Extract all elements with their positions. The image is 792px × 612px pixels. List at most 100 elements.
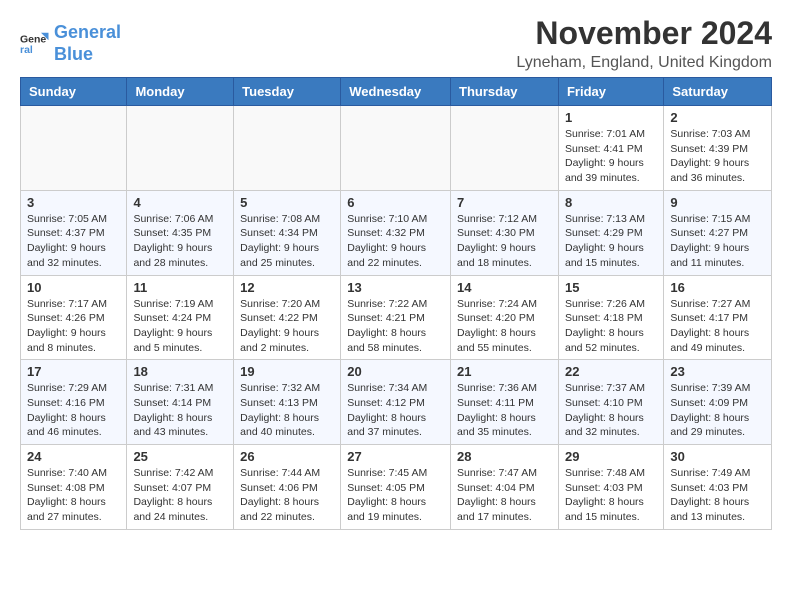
day-number: 10 [27,280,120,295]
calendar-cell: 4 Sunrise: 7:06 AM Sunset: 4:35 PM Daylig… [127,190,234,275]
calendar-cell: 22Sunrise: 7:37 AM Sunset: 4:10 PM Dayli… [558,360,663,445]
day-number: 1 [565,110,657,125]
calendar-cell: 15Sunrise: 7:26 AM Sunset: 4:18 PM Dayli… [558,275,663,360]
day-number: 18 [133,364,227,379]
svg-text:ral: ral [20,44,33,56]
day-info: Sunrise: 7:20 AM Sunset: 4:22 PM Dayligh… [240,297,334,356]
day-info: Sunrise: 7:08 AM Sunset: 4:34 PM Dayligh… [240,212,334,271]
day-number: 22 [565,364,657,379]
month-title: November 2024 [516,15,772,52]
calendar-cell: 16 Sunrise: 7:27 AM Sunset: 4:17 PM Dayli… [664,275,772,360]
day-number: 13 [347,280,444,295]
day-number: 7 [457,195,552,210]
calendar-cell: 1 Sunrise: 7:01 AM Sunset: 4:41 PM Daylig… [558,106,663,191]
title-section: November 2024 Lyneham, England, United K… [516,15,772,72]
calendar-week-5: 24 Sunrise: 7:40 AM Sunset: 4:08 PM Dayli… [21,445,772,530]
day-number: 8 [565,195,657,210]
day-number: 3 [27,195,120,210]
day-number: 5 [240,195,334,210]
day-info: Sunrise: 7:01 AM Sunset: 4:41 PM Dayligh… [565,127,657,186]
calendar-cell: 18 Sunrise: 7:31 AM Sunset: 4:14 PM Dayli… [127,360,234,445]
day-info: Sunrise: 7:22 AM Sunset: 4:21 PM Dayligh… [347,297,444,356]
day-info: Sunrise: 7:13 AM Sunset: 4:29 PM Dayligh… [565,212,657,271]
calendar-cell [21,106,127,191]
day-number: 29 [565,449,657,464]
logo-text: General Blue [54,22,121,65]
day-info: Sunrise: 7:05 AM Sunset: 4:37 PM Dayligh… [27,212,120,271]
logo: Gene ral General Blue [20,22,121,65]
calendar-cell [451,106,559,191]
day-number: 4 [133,195,227,210]
calendar-cell: 14 Sunrise: 7:24 AM Sunset: 4:20 PM Dayli… [451,275,559,360]
day-info: Sunrise: 7:31 AM Sunset: 4:14 PM Dayligh… [133,381,227,440]
day-info: Sunrise: 7:03 AM Sunset: 4:39 PM Dayligh… [670,127,765,186]
day-number: 23 [670,364,765,379]
calendar-cell: 10 Sunrise: 7:17 AM Sunset: 4:26 PM Dayli… [21,275,127,360]
calendar-cell: 8 Sunrise: 7:13 AM Sunset: 4:29 PM Daylig… [558,190,663,275]
day-number: 28 [457,449,552,464]
calendar-cell: 12Sunrise: 7:20 AM Sunset: 4:22 PM Dayli… [234,275,341,360]
calendar-cell: 6 Sunrise: 7:10 AM Sunset: 4:32 PM Daylig… [341,190,451,275]
calendar-week-4: 17 Sunrise: 7:29 AM Sunset: 4:16 PM Dayli… [21,360,772,445]
calendar-cell [341,106,451,191]
calendar-cell: 20Sunrise: 7:34 AM Sunset: 4:12 PM Dayli… [341,360,451,445]
day-info: Sunrise: 7:29 AM Sunset: 4:16 PM Dayligh… [27,381,120,440]
day-number: 24 [27,449,120,464]
day-info: Sunrise: 7:48 AM Sunset: 4:03 PM Dayligh… [565,466,657,525]
day-number: 30 [670,449,765,464]
col-saturday: Saturday [664,78,772,106]
day-info: Sunrise: 7:42 AM Sunset: 4:07 PM Dayligh… [133,466,227,525]
day-number: 16 [670,280,765,295]
calendar-cell: 7 Sunrise: 7:12 AM Sunset: 4:30 PM Daylig… [451,190,559,275]
calendar-cell: 29 Sunrise: 7:48 AM Sunset: 4:03 PM Dayli… [558,445,663,530]
day-number: 15 [565,280,657,295]
calendar-cell: 5 Sunrise: 7:08 AM Sunset: 4:34 PM Daylig… [234,190,341,275]
calendar-cell: 13 Sunrise: 7:22 AM Sunset: 4:21 PM Dayli… [341,275,451,360]
day-info: Sunrise: 7:24 AM Sunset: 4:20 PM Dayligh… [457,297,552,356]
day-info: Sunrise: 7:39 AM Sunset: 4:09 PM Dayligh… [670,381,765,440]
calendar-week-1: 1 Sunrise: 7:01 AM Sunset: 4:41 PM Daylig… [21,106,772,191]
day-number: 6 [347,195,444,210]
calendar-cell: 28Sunrise: 7:47 AM Sunset: 4:04 PM Dayli… [451,445,559,530]
calendar-wrap: Sunday Monday Tuesday Wednesday Thursday… [0,77,792,540]
calendar-cell [234,106,341,191]
day-info: Sunrise: 7:40 AM Sunset: 4:08 PM Dayligh… [27,466,120,525]
calendar-cell: 21Sunrise: 7:36 AM Sunset: 4:11 PM Dayli… [451,360,559,445]
day-number: 11 [133,280,227,295]
col-wednesday: Wednesday [341,78,451,106]
col-sunday: Sunday [21,78,127,106]
day-info: Sunrise: 7:12 AM Sunset: 4:30 PM Dayligh… [457,212,552,271]
calendar-cell: 23 Sunrise: 7:39 AM Sunset: 4:09 PM Dayli… [664,360,772,445]
day-info: Sunrise: 7:06 AM Sunset: 4:35 PM Dayligh… [133,212,227,271]
col-thursday: Thursday [451,78,559,106]
col-friday: Friday [558,78,663,106]
calendar-cell: 9Sunrise: 7:15 AM Sunset: 4:27 PM Daylig… [664,190,772,275]
day-number: 25 [133,449,227,464]
day-info: Sunrise: 7:27 AM Sunset: 4:17 PM Dayligh… [670,297,765,356]
calendar-header: Sunday Monday Tuesday Wednesday Thursday… [21,78,772,106]
day-info: Sunrise: 7:17 AM Sunset: 4:26 PM Dayligh… [27,297,120,356]
page-header: Gene ral General Blue November 2024 Lyne… [0,0,792,77]
calendar-cell: 27Sunrise: 7:45 AM Sunset: 4:05 PM Dayli… [341,445,451,530]
calendar-table: Sunday Monday Tuesday Wednesday Thursday… [20,77,772,530]
location: Lyneham, England, United Kingdom [516,54,772,72]
day-info: Sunrise: 7:10 AM Sunset: 4:32 PM Dayligh… [347,212,444,271]
day-number: 20 [347,364,444,379]
calendar-cell: 24 Sunrise: 7:40 AM Sunset: 4:08 PM Dayli… [21,445,127,530]
day-number: 14 [457,280,552,295]
day-number: 27 [347,449,444,464]
calendar-cell: 2Sunrise: 7:03 AM Sunset: 4:39 PM Daylig… [664,106,772,191]
col-monday: Monday [127,78,234,106]
col-tuesday: Tuesday [234,78,341,106]
calendar-cell: 17 Sunrise: 7:29 AM Sunset: 4:16 PM Dayli… [21,360,127,445]
day-info: Sunrise: 7:36 AM Sunset: 4:11 PM Dayligh… [457,381,552,440]
calendar-body: 1 Sunrise: 7:01 AM Sunset: 4:41 PM Daylig… [21,106,772,530]
calendar-cell: 11 Sunrise: 7:19 AM Sunset: 4:24 PM Dayli… [127,275,234,360]
calendar-cell: 30Sunrise: 7:49 AM Sunset: 4:03 PM Dayli… [664,445,772,530]
day-number: 17 [27,364,120,379]
calendar-cell [127,106,234,191]
header-row: Sunday Monday Tuesday Wednesday Thursday… [21,78,772,106]
calendar-week-2: 3 Sunrise: 7:05 AM Sunset: 4:37 PM Daylig… [21,190,772,275]
day-number: 9 [670,195,765,210]
day-info: Sunrise: 7:19 AM Sunset: 4:24 PM Dayligh… [133,297,227,356]
